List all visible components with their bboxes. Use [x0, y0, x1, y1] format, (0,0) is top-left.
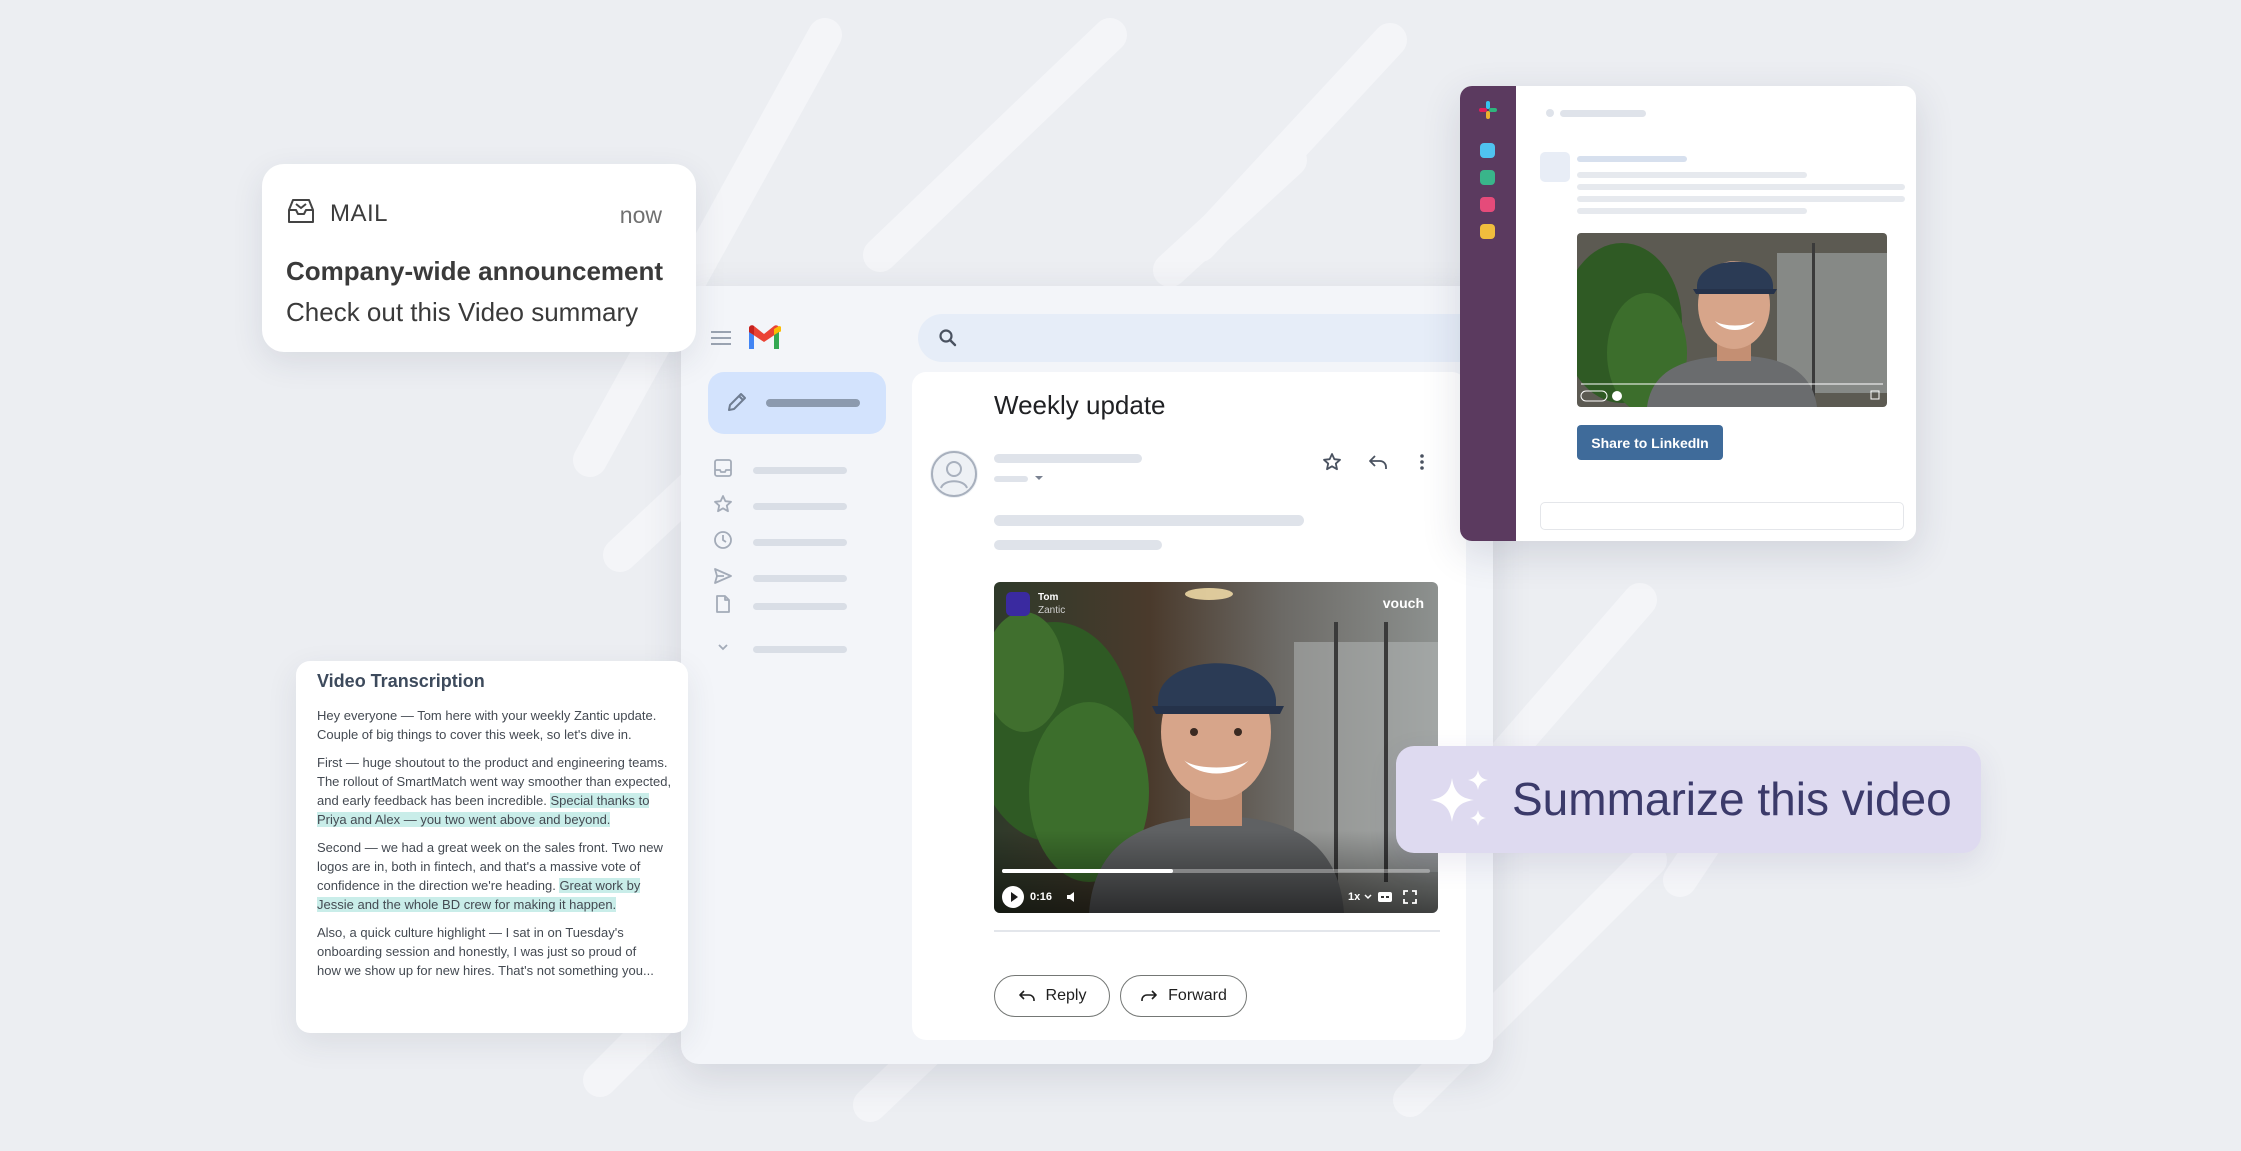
gmail-window: Weekly update Tom Zantic vouch 0:16 1x R…	[681, 286, 1493, 1064]
sender-avatar	[930, 450, 978, 498]
play-icon	[1011, 892, 1018, 902]
notification-time: now	[619, 202, 662, 228]
message-line-placeholder	[1577, 196, 1905, 202]
email-subject: Weekly update	[994, 390, 1166, 420]
fullscreen-icon[interactable]	[1402, 889, 1418, 905]
slack-window: Share to LinkedIn	[1460, 86, 1916, 541]
body-line-placeholder	[994, 540, 1162, 550]
chevron-down-icon	[718, 644, 728, 651]
pencil-icon	[728, 393, 746, 411]
workspace-icon[interactable]	[1480, 143, 1495, 158]
transcription-text: Hey everyone — Tom here with your weekly…	[317, 706, 675, 980]
video-progress-bar[interactable]	[1002, 869, 1430, 873]
message-line-placeholder	[1577, 156, 1687, 162]
video-sender-name: Tom	[1038, 592, 1059, 603]
workspace-icon[interactable]	[1480, 170, 1495, 185]
sender-name-placeholder	[994, 454, 1142, 463]
nav-item-inbox[interactable]	[713, 458, 893, 482]
compose-label-placeholder	[766, 399, 860, 407]
company-logo	[1006, 592, 1030, 616]
message-avatar	[1540, 152, 1570, 182]
more-vertical-icon[interactable]	[1412, 452, 1432, 472]
sparkles-icon	[1430, 770, 1488, 826]
message-line-placeholder	[1577, 208, 1807, 214]
transcript-paragraph: Second — we had a great week on the sale…	[317, 838, 675, 914]
forward-button[interactable]: Forward	[1120, 975, 1247, 1017]
divider	[994, 930, 1440, 932]
notification-title: Company-wide announcement	[286, 256, 664, 286]
star-icon	[714, 495, 732, 513]
reply-button[interactable]: Reply	[994, 975, 1110, 1017]
slack-sidebar	[1460, 86, 1516, 541]
video-frame	[994, 582, 1438, 913]
video-player[interactable]: Tom Zantic vouch 0:16 1x	[994, 582, 1438, 913]
channel-name-placeholder	[1560, 110, 1646, 117]
reply-label: Reply	[1045, 987, 1087, 1004]
body-line-placeholder	[994, 515, 1304, 526]
share-to-linkedin-button[interactable]: Share to LinkedIn	[1577, 425, 1723, 460]
video-time: 0:16	[1030, 891, 1053, 903]
vouch-brand: vouch	[1382, 595, 1424, 611]
summarize-video-button[interactable]: Summarize this video	[1396, 746, 1981, 853]
search-bar[interactable]	[918, 314, 1473, 362]
nav-item-snoozed[interactable]	[713, 530, 893, 554]
volume-icon[interactable]	[1065, 890, 1079, 904]
transcript-text: onboarding session and honestly, I was j…	[317, 944, 637, 959]
transcription-title: Video Transcription	[317, 671, 485, 691]
email-view: Weekly update Tom Zantic vouch 0:16 1x R…	[912, 372, 1466, 1040]
slack-logo[interactable]	[1478, 100, 1498, 120]
nav-item-starred[interactable]	[713, 494, 893, 518]
video-sender-company: Zantic	[1038, 605, 1066, 616]
message-line-placeholder	[1577, 184, 1905, 190]
reply-icon	[1018, 990, 1035, 1001]
slack-message-input[interactable]	[1540, 502, 1904, 530]
compose-button[interactable]	[708, 372, 886, 434]
search-icon	[939, 329, 957, 347]
star-icon[interactable]	[1322, 452, 1342, 472]
workspace-icon[interactable]	[1480, 197, 1495, 212]
transcript-text: Also, a quick culture highlight — I sat …	[317, 925, 624, 940]
mail-notification[interactable]: MAIL now Company-wide announcement Check…	[262, 164, 696, 352]
slack-video-embed[interactable]	[1577, 233, 1887, 407]
person-icon	[931, 451, 977, 497]
transcript-paragraph: First — huge shoutout to the product and…	[317, 753, 675, 829]
file-icon	[716, 595, 730, 613]
nav-item-more[interactable]	[713, 637, 893, 661]
transcript-text: how we show up for new hires. That's not…	[317, 963, 654, 978]
hamburger-menu-icon[interactable]	[711, 330, 731, 346]
video-transcription-card: Video Transcription Hey everyone — Tom h…	[296, 661, 688, 1033]
captions-icon[interactable]	[1377, 890, 1393, 904]
video-progress-fill	[1002, 869, 1174, 873]
recipient-placeholder	[994, 476, 1028, 482]
gmail-logo[interactable]	[747, 325, 781, 351]
workspace-icon[interactable]	[1480, 224, 1495, 239]
send-icon	[714, 568, 732, 584]
play-button[interactable]	[1002, 886, 1024, 908]
message-line-placeholder	[1577, 172, 1807, 178]
nav-item-sent[interactable]	[713, 566, 893, 590]
reply-icon[interactable]	[1367, 452, 1389, 472]
mail-inbox-icon	[288, 199, 314, 223]
forward-label: Forward	[1168, 987, 1227, 1004]
transcript-paragraph: Also, a quick culture highlight — I sat …	[317, 923, 675, 980]
notification-app-name: MAIL	[330, 200, 389, 227]
clock-icon	[714, 531, 732, 549]
transcript-paragraph: Hey everyone — Tom here with your weekly…	[317, 708, 657, 742]
inbox-icon	[714, 459, 732, 477]
channel-dot	[1546, 109, 1554, 117]
forward-icon	[1141, 990, 1157, 1001]
video-frame	[1577, 233, 1887, 407]
nav-item-drafts[interactable]	[713, 594, 893, 618]
summarize-label: Summarize this video	[1512, 773, 1952, 825]
caret-down-icon[interactable]	[1033, 473, 1045, 483]
notification-body: Check out this Video summary	[286, 297, 639, 327]
playback-speed[interactable]: 1x	[1348, 891, 1360, 903]
chevron-down-icon	[1364, 894, 1372, 900]
